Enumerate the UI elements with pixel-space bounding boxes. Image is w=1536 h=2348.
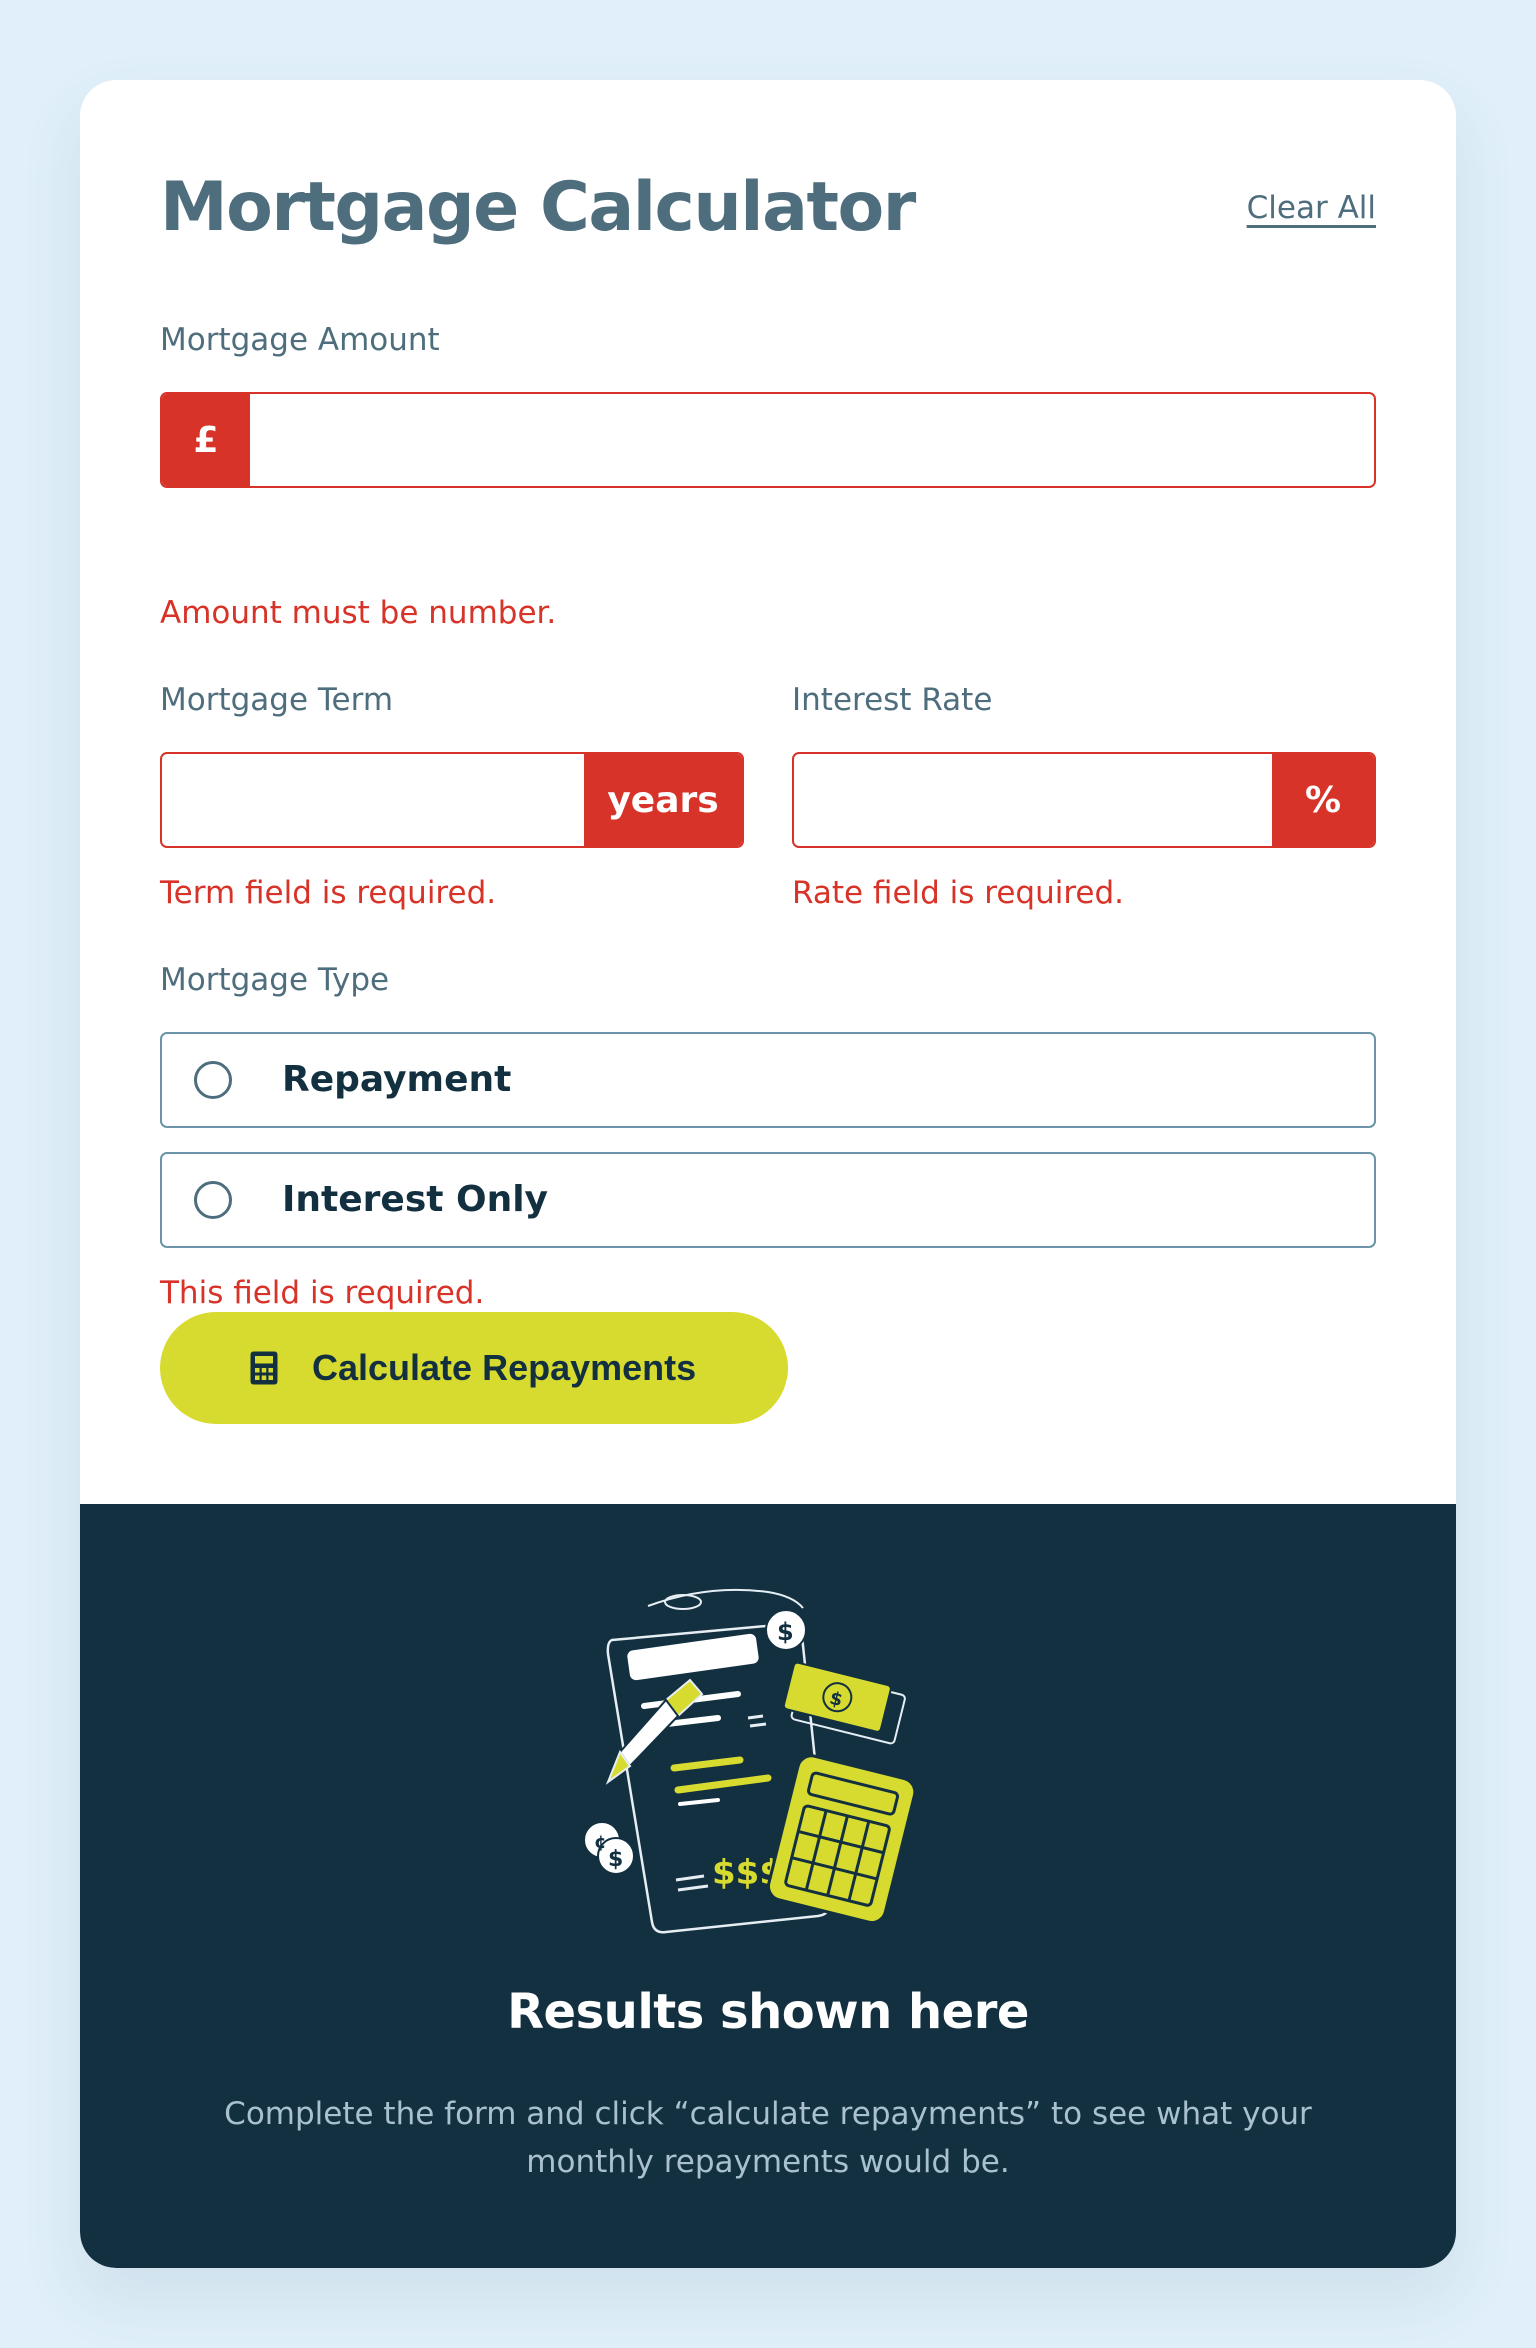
term-label: Mortgage Term [160,682,394,718]
clear-all-link[interactable]: Clear All [1247,186,1376,230]
rate-field: % [792,752,1376,848]
calculator-icon [250,1351,278,1385]
results-description: Complete the form and click “calculate r… [224,2096,1312,2180]
amount-error: Amount must be number. [160,595,557,631]
page-title: Mortgage Calculator [160,168,916,247]
svg-text:$: $ [777,1618,794,1646]
currency-prefix: £ [162,394,250,486]
mortgage-calculator-card: Mortgage Calculator Clear All Mortgage A… [80,80,1456,2268]
amount-input[interactable] [250,394,1374,486]
term-error: Term field is required. [160,875,497,911]
interest-only-label: Interest Only [282,1179,549,1220]
amount-label: Mortgage Amount [160,322,440,358]
repayment-label: Repayment [282,1059,512,1100]
term-input[interactable] [162,754,584,846]
calculator-illustration-icon: $$$ $ ¢ $ $ [583,1588,917,1934]
term-field: years [160,752,744,848]
rate-input[interactable] [794,754,1272,846]
amount-field: £ [160,392,1376,488]
calculate-button-label: Calculate Repayments [312,1347,697,1388]
svg-text:¢: ¢ [594,1832,607,1853]
type-error: This field is required. [160,1275,485,1311]
percent-suffix: % [1272,754,1374,846]
radio-circle-icon [194,1181,232,1219]
radio-option-interest-only[interactable]: Interest Only [160,1152,1376,1248]
years-suffix: years [584,754,742,846]
rate-label: Interest Rate [792,682,993,718]
radio-option-repayment[interactable]: Repayment [160,1032,1376,1128]
results-panel: $$$ $ ¢ $ $ Results shown here Complete … [80,1504,1456,2268]
svg-text:$: $ [608,1847,623,1872]
rate-error: Rate field is required. [792,875,1125,911]
type-label: Mortgage Type [160,962,390,998]
calculate-repayments-button[interactable]: Calculate Repayments [160,1312,788,1424]
radio-circle-icon [194,1061,232,1099]
results-title: Results shown here [507,1984,1029,2040]
form-header: Mortgage Calculator Clear All [160,168,1376,248]
